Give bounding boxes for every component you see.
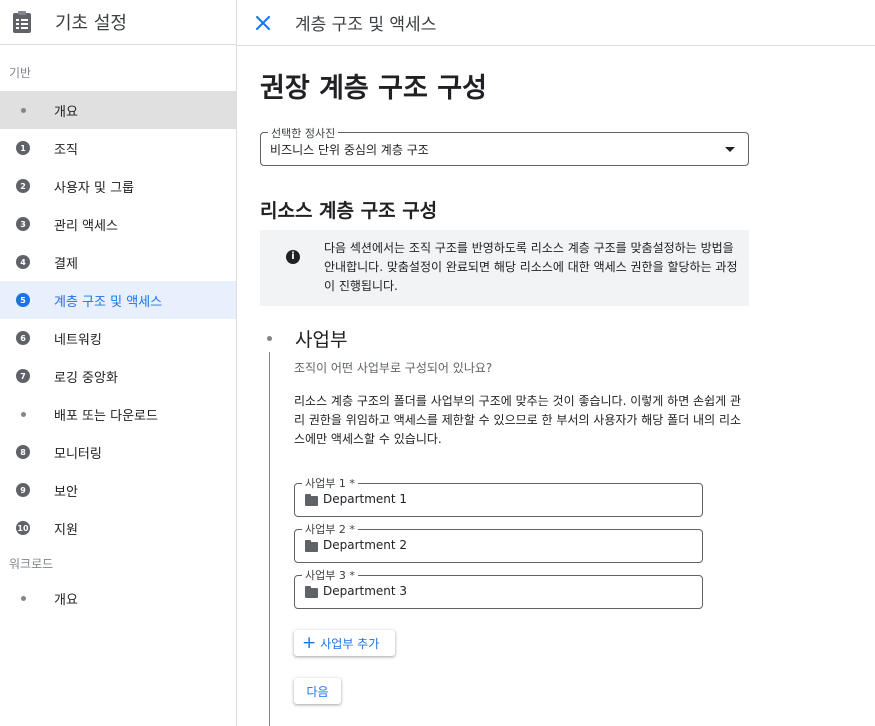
- add-department-button[interactable]: + 사업부 추가: [294, 630, 395, 656]
- app: 기초 설정 기반 개요 1 조직 2 사용자 및 그룹 3 관리 액세스 4 결…: [0, 0, 875, 726]
- bullet-icon: [20, 411, 26, 417]
- sidebar-item-users-groups[interactable]: 2 사용자 및 그룹: [0, 167, 236, 205]
- sidebar-item-overview[interactable]: 개요: [0, 91, 236, 129]
- sidebar-item-label: 네트워킹: [54, 332, 102, 348]
- field-label: 사업부 1 *: [302, 475, 358, 491]
- checklist-icon: [11, 10, 33, 34]
- step-description: 리소스 계층 구조의 폴더를 사업부의 구조에 맞추는 것이 좋습니다. 이렇게…: [294, 394, 742, 446]
- step-number-badge: 1: [16, 141, 30, 155]
- sidebar-item-security[interactable]: 9 보안: [0, 471, 236, 509]
- step-number-badge: 10: [16, 521, 30, 535]
- sidebar-item-support[interactable]: 10 지원: [0, 509, 236, 547]
- step-number-badge: 4: [16, 255, 30, 269]
- step-connector: [269, 352, 270, 726]
- close-icon: [256, 15, 270, 30]
- sidebar-item-label: 개요: [54, 592, 78, 608]
- sidebar-item-label: 결제: [54, 256, 78, 272]
- sidebar-section-workload: 워크로드: [9, 557, 54, 571]
- step-bullet-icon: [267, 336, 272, 341]
- main-content: 권장 계층 구조 구성 선택한 정사진 비즈니스 단위 중심의 계층 구조 리소…: [260, 46, 860, 726]
- sidebar-item-label: 보안: [54, 484, 78, 500]
- sidebar-item-monitoring[interactable]: 8 모니터링: [0, 433, 236, 471]
- plus-icon: +: [302, 632, 317, 653]
- bullet-icon: [20, 107, 26, 113]
- dropdown-arrow-icon: [725, 147, 735, 152]
- sidebar-item-label: 조직: [54, 142, 78, 158]
- sidebar: 기초 설정 기반 개요 1 조직 2 사용자 및 그룹 3 관리 액세스 4 결…: [0, 0, 237, 726]
- step-number-badge: 3: [16, 217, 30, 231]
- sidebar-item-label: 사용자 및 그룹: [54, 180, 135, 196]
- field-value: Department 2: [323, 538, 408, 552]
- sidebar-header: 기초 설정: [0, 0, 236, 45]
- sidebar-item-organization[interactable]: 1 조직: [0, 129, 236, 167]
- sidebar-item-label: 계층 구조 및 액세스: [54, 294, 163, 310]
- sidebar-item-label: 개요: [54, 104, 78, 120]
- sidebar-item-label: 배포 또는 다운로드: [54, 408, 158, 424]
- sidebar-item-billing[interactable]: 4 결제: [0, 243, 236, 281]
- sidebar-item-hierarchy-access[interactable]: 5 계층 구조 및 액세스: [0, 281, 236, 319]
- info-banner: i 다음 섹션에서는 조직 구조를 반영하도록 리소스 계층 구조를 맞춤설정하…: [260, 230, 749, 306]
- main-heading: 권장 계층 구조 구성: [260, 73, 487, 104]
- department-3-field[interactable]: 사업부 3 * Department 3: [294, 567, 703, 609]
- department-2-field[interactable]: 사업부 2 * Department 2: [294, 521, 703, 563]
- sidebar-item-label: 관리 액세스: [54, 218, 118, 234]
- section-heading: 리소스 계층 구조 구성: [260, 200, 438, 222]
- sidebar-item-label: 모니터링: [54, 446, 102, 462]
- department-1-field[interactable]: 사업부 1 * Department 1: [294, 475, 703, 517]
- top-bar: 계층 구조 및 액세스: [237, 0, 875, 46]
- sidebar-item-label: 로깅 중앙화: [54, 370, 118, 386]
- blueprint-select[interactable]: 선택한 정사진 비즈니스 단위 중심의 계층 구조: [260, 125, 749, 166]
- step-number-badge: 8: [16, 445, 30, 459]
- sidebar-item-workload-overview[interactable]: 개요: [0, 579, 236, 617]
- add-button-label: 사업부 추가: [320, 636, 380, 651]
- step-number-badge: 7: [16, 369, 30, 383]
- info-text: 다음 섹션에서는 조직 구조를 반영하도록 리소스 계층 구조를 맞춤설정하는 …: [324, 241, 738, 293]
- page-title: 계층 구조 및 액세스: [295, 15, 437, 35]
- sidebar-item-networking[interactable]: 6 네트워킹: [0, 319, 236, 357]
- field-label: 사업부 3 *: [302, 567, 358, 583]
- folder-icon: [305, 540, 318, 552]
- select-value: 비즈니스 단위 중심의 계층 구조: [270, 143, 429, 157]
- folder-icon: [305, 586, 318, 598]
- sidebar-item-admin-access[interactable]: 3 관리 액세스: [0, 205, 236, 243]
- sidebar-section-basic: 기반: [9, 66, 32, 80]
- select-label: 선택한 정사진: [268, 125, 339, 141]
- info-icon: i: [286, 250, 300, 264]
- step-number-badge: 2: [16, 179, 30, 193]
- step-title: 사업부: [295, 329, 348, 351]
- sidebar-title: 기초 설정: [55, 13, 127, 34]
- step-number-badge: 5: [16, 293, 30, 307]
- close-button[interactable]: [251, 11, 275, 35]
- field-label: 사업부 2 *: [302, 521, 358, 537]
- step-question: 조직이 어떤 사업부로 구성되어 있나요?: [294, 361, 493, 375]
- field-value: Department 1: [323, 492, 408, 506]
- bullet-icon: [20, 595, 26, 601]
- step-number-badge: 9: [16, 483, 30, 497]
- field-value: Department 3: [323, 584, 408, 598]
- step-number-badge: 6: [16, 331, 30, 345]
- next-button[interactable]: 다음: [294, 678, 341, 704]
- folder-icon: [305, 494, 318, 506]
- sidebar-item-logging[interactable]: 7 로깅 중앙화: [0, 357, 236, 395]
- sidebar-item-deploy-download[interactable]: 배포 또는 다운로드: [0, 395, 236, 433]
- sidebar-item-label: 지원: [54, 522, 78, 538]
